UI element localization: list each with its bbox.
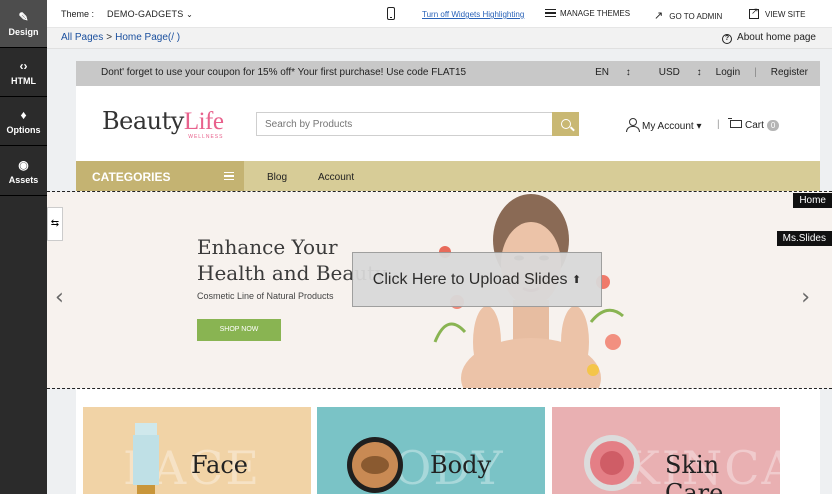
mobile-preview-icon[interactable] [387, 7, 395, 20]
about-page-label: About home page [737, 32, 816, 43]
search-icon [560, 119, 571, 129]
skincare-product-image [584, 435, 640, 491]
face-product-image [133, 423, 159, 494]
upload-slides-label: Click Here to Upload Slides [372, 270, 568, 288]
brush-icon: ✎ [18, 9, 29, 24]
widgets-highlight-link[interactable]: Turn off Widgets Highlighting [422, 10, 524, 19]
sort-arrows-icon: ↕ [625, 67, 631, 78]
droplets-icon: ♦ [20, 107, 27, 122]
currency-value: USD [658, 67, 680, 78]
editor-canvas: Dont' forget to use your coupon for 15% … [47, 49, 832, 494]
search-button[interactable] [552, 112, 579, 136]
sidebar-item-design[interactable]: ✎ Design [0, 0, 47, 48]
cart-button[interactable]: Cart 0 [728, 118, 780, 131]
widget-tag-slides[interactable]: Ms.Slides [776, 231, 832, 246]
language-selector[interactable]: EN ↕ [581, 67, 631, 78]
theme-label: Theme : [61, 9, 95, 19]
promo-message: Dont' forget to use your coupon for 15% … [101, 67, 467, 78]
breadcrumb-all-pages[interactable]: All Pages [61, 32, 103, 43]
nav-link-blog[interactable]: Blog [267, 172, 287, 183]
body-product-image [347, 437, 403, 493]
categories-label: CATEGORIES [92, 170, 171, 184]
theme-value: DEMO-GADGETS [107, 9, 184, 19]
logo-wellness: WELLNESS [188, 134, 224, 140]
tile-label: Skin Care [665, 451, 724, 494]
user-icon [626, 118, 640, 132]
language-value: EN [595, 67, 609, 78]
site-preview: Dont' forget to use your coupon for 15% … [47, 61, 832, 494]
sidebar-item-label: HTML [11, 75, 36, 86]
hero-subtitle: Cosmetic Line of Natural Products [197, 291, 334, 301]
currency-selector[interactable]: USD ↕ [645, 67, 702, 78]
chevron-down-icon: ⌄ [186, 10, 194, 19]
view-site-label: VIEW SITE [765, 10, 806, 19]
menu-icon [224, 172, 234, 180]
search-box [256, 112, 579, 136]
slider-next-arrow[interactable]: › [801, 285, 810, 310]
promo-bar: Dont' forget to use your coupon for 15% … [76, 61, 820, 86]
sidebar-item-label: Design [8, 26, 39, 37]
arrow-up-right-icon: ↗ [654, 10, 664, 22]
site-header: BeautyLife WELLNESS My Account ▾ | Cart0 [76, 86, 820, 161]
search-input[interactable] [257, 113, 547, 135]
palette-icon: ◉ [18, 157, 29, 172]
tile-face[interactable]: FACE Face [83, 407, 311, 494]
upload-icon: ⬆ [571, 274, 582, 286]
categories-menu[interactable]: CATEGORIES [76, 161, 244, 191]
tile-body[interactable]: BODY Body [317, 407, 545, 494]
external-link-icon [749, 6, 759, 19]
tile-label: Face [191, 451, 248, 479]
shop-now-button[interactable]: SHOP NOW [197, 319, 281, 341]
header-divider: | [717, 119, 720, 130]
cart-count-badge: 0 [766, 120, 780, 131]
my-account-label: My Account [642, 121, 694, 132]
breadcrumb-bar: All Pages > Home Page(/ ) ? About home page [47, 28, 832, 49]
nav-link-account[interactable]: Account [318, 172, 354, 183]
register-link[interactable]: Register [771, 67, 808, 78]
sidebar-item-html[interactable]: ‹› HTML [0, 49, 47, 97]
breadcrumb: All Pages > Home Page(/ ) [61, 32, 180, 43]
help-icon: ? [722, 34, 733, 44]
logo-life: Life [183, 108, 224, 135]
manage-themes-label: MANAGE THEMES [560, 9, 631, 18]
code-icon: ‹› [19, 58, 28, 73]
upload-slides-button[interactable]: Click Here to Upload Slides ⬆ [352, 252, 602, 307]
editor-root: ✎ Design ‹› HTML ♦ Options ◉ Assets Them… [0, 0, 832, 494]
about-page-link[interactable]: ? About home page [722, 32, 816, 44]
theme-selector[interactable]: DEMO-GADGETS ⌄ [107, 9, 193, 19]
go-to-admin-button[interactable]: ↗ GO TO ADMIN [654, 9, 722, 22]
breadcrumb-separator: > [106, 32, 113, 43]
sidebar-item-label: Options [6, 124, 41, 135]
my-account-menu[interactable]: My Account ▾ [626, 118, 702, 132]
slider-prev-arrow[interactable]: ‹ [55, 285, 64, 310]
main-nav: CATEGORIES Blog Account [76, 161, 820, 191]
editor-sidebar: ✎ Design ‹› HTML ♦ Options ◉ Assets [0, 0, 47, 494]
menu-icon [545, 9, 556, 17]
go-to-admin-label: GO TO ADMIN [669, 12, 723, 21]
category-tiles: FACE Face BODY Body SKINC Skin Care [83, 407, 827, 494]
sort-arrows-icon: ↕ [696, 67, 702, 78]
logo-beauty: Beauty [102, 107, 184, 135]
caret-down-icon: ▾ [696, 121, 702, 132]
tile-label: Body [430, 451, 492, 479]
login-link[interactable]: Login [716, 67, 740, 78]
hero-slider: Enhance Your Health and Beauty Cosmetic … [47, 191, 832, 389]
promo-divider: | [754, 67, 757, 78]
cart-label: Cart [745, 120, 764, 131]
sidebar-item-options[interactable]: ♦ Options [0, 98, 47, 146]
tile-skin-care[interactable]: SKINCARE Skin Care [552, 407, 780, 494]
sidebar-item-assets[interactable]: ◉ Assets [0, 148, 47, 196]
swap-arrows-icon[interactable]: ⇆ [47, 207, 63, 241]
editor-topbar: Theme : DEMO-GADGETS ⌄ Turn off Widgets … [47, 0, 832, 28]
breadcrumb-current[interactable]: Home Page(/ ) [115, 32, 180, 43]
cart-icon [728, 118, 742, 129]
sidebar-item-label: Assets [8, 174, 39, 185]
manage-themes-button[interactable]: MANAGE THEMES [545, 9, 630, 18]
widget-tag-home[interactable]: Home [793, 193, 832, 208]
site-logo[interactable]: BeautyLife WELLNESS [102, 107, 224, 140]
view-site-button[interactable]: VIEW SITE [749, 6, 806, 19]
